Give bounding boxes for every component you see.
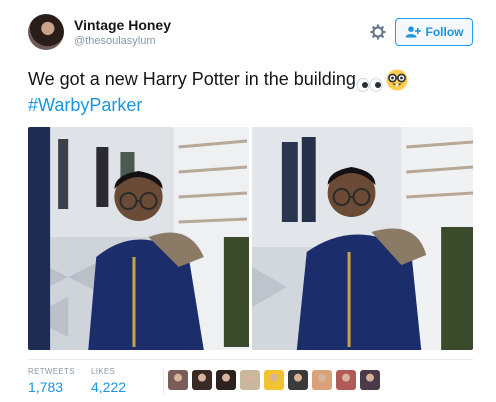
avatar[interactable] xyxy=(28,14,64,50)
tweet-photo-left[interactable] xyxy=(28,127,249,350)
likes-stat[interactable]: LIKES 4,222 xyxy=(91,367,126,395)
liker-avatar[interactable] xyxy=(360,370,380,390)
liker-avatars xyxy=(168,370,380,390)
likes-count: 4,222 xyxy=(91,379,127,395)
likes-label: LIKES xyxy=(91,367,116,376)
tweet-header: Vintage Honey @thesoulasylum Follow xyxy=(28,14,478,56)
stats-separator xyxy=(163,369,164,395)
liker-avatar[interactable] xyxy=(264,370,284,390)
liker-avatar[interactable] xyxy=(288,370,308,390)
retweets-stat[interactable]: RETWEETS 1,783 xyxy=(28,367,75,395)
retweets-count: 1,783 xyxy=(28,379,64,395)
liker-avatar[interactable] xyxy=(240,370,260,390)
stats-divider xyxy=(28,359,473,360)
user-name[interactable]: Vintage Honey xyxy=(74,17,171,33)
liker-avatar[interactable] xyxy=(336,370,356,390)
liker-avatar[interactable] xyxy=(216,370,236,390)
user-handle[interactable]: @thesoulasylum xyxy=(74,35,155,47)
follow-label: Follow xyxy=(425,25,464,39)
liker-avatar[interactable] xyxy=(168,370,188,390)
liker-avatar[interactable] xyxy=(192,370,212,390)
liker-avatar[interactable] xyxy=(312,370,332,390)
follow-button[interactable]: Follow xyxy=(395,18,473,46)
hashtag-link[interactable]: #WarbyParker xyxy=(28,95,142,115)
gear-icon[interactable] xyxy=(370,24,386,40)
add-user-icon xyxy=(405,26,421,38)
eyes-emoji xyxy=(356,73,384,93)
tweet-media[interactable] xyxy=(28,127,473,350)
nerd-face-emoji xyxy=(386,69,408,91)
tweet-photo-right[interactable] xyxy=(252,127,473,350)
retweets-label: RETWEETS xyxy=(28,367,75,376)
tweet-body: We got a new Harry Potter in the buildin… xyxy=(28,69,356,89)
tweet-text: We got a new Harry Potter in the buildin… xyxy=(28,66,478,118)
